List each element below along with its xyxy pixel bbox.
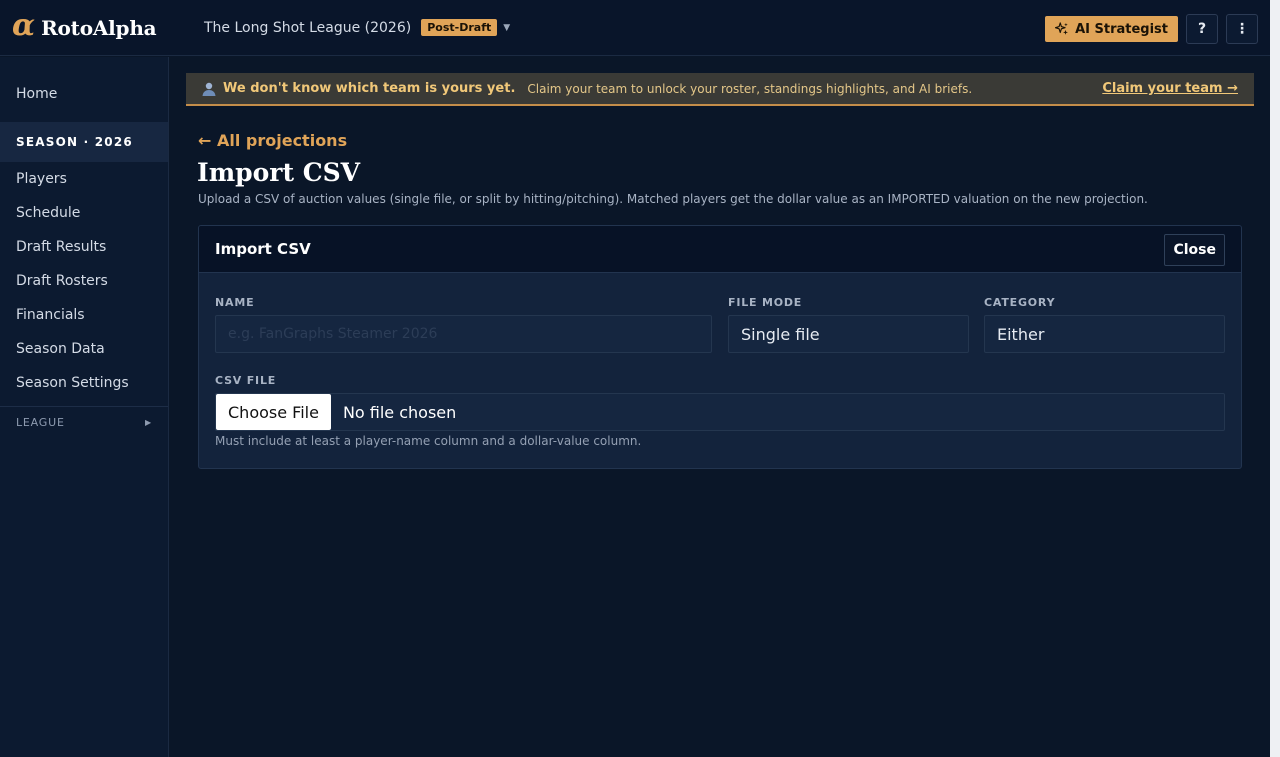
ai-strategist-label: AI Strategist xyxy=(1075,21,1168,37)
csv-file-hint: Must include at least a player-name colu… xyxy=(215,434,642,448)
league-switcher[interactable]: The Long Shot League (2026) Post-Draft ▼ xyxy=(204,19,510,36)
import-csv-panel: Import CSV Close NAME FILE MODE Single f… xyxy=(198,225,1242,469)
category-label: CATEGORY xyxy=(984,296,1056,309)
panel-title: Import CSV xyxy=(215,240,311,258)
ai-strategist-button[interactable]: AI Strategist xyxy=(1045,16,1178,42)
name-input[interactable] xyxy=(228,326,711,342)
user-icon xyxy=(202,82,216,96)
choose-file-button[interactable]: Choose File xyxy=(216,394,331,430)
top-right-actions: AI Strategist ? ⋮ xyxy=(1045,14,1258,44)
panel-header: Import CSV Close xyxy=(199,226,1241,273)
more-menu-button[interactable]: ⋮ xyxy=(1226,14,1258,44)
sidebar-item-season-settings[interactable]: Season Settings xyxy=(0,366,168,400)
sidebar-item-draft-results[interactable]: Draft Results xyxy=(0,230,168,264)
csv-file-input[interactable]: Choose File No file chosen xyxy=(215,393,1225,431)
sidebar-item-draft-rosters[interactable]: Draft Rosters xyxy=(0,264,168,298)
file-status-text: No file chosen xyxy=(342,402,457,422)
sparkle-icon xyxy=(1055,22,1069,35)
close-button[interactable]: Close xyxy=(1164,234,1225,266)
banner-message: Claim your team to unlock your roster, s… xyxy=(527,81,973,96)
sidebar-section-league[interactable]: LEAGUE ▶ xyxy=(0,406,168,438)
sidebar-item-players[interactable]: Players xyxy=(0,162,168,196)
top-bar: α RotoAlpha The Long Shot League (2026) … xyxy=(0,0,1270,56)
league-status-badge: Post-Draft xyxy=(421,19,498,36)
claim-team-banner: We don't know which team is yours yet. C… xyxy=(186,73,1254,106)
brand-name: RotoAlpha xyxy=(41,15,157,40)
chevron-right-icon: ▶ xyxy=(145,418,152,427)
brand-logo-icon: α xyxy=(12,7,36,43)
claim-team-link[interactable]: Claim your team → xyxy=(1102,81,1238,96)
chevron-down-icon: ▼ xyxy=(503,22,511,33)
name-field-wrapper xyxy=(215,315,712,353)
csv-file-label: CSV FILE xyxy=(215,374,277,387)
sidebar-item-schedule[interactable]: Schedule xyxy=(0,196,168,230)
brand[interactable]: α RotoAlpha xyxy=(0,7,190,43)
help-button[interactable]: ? xyxy=(1186,14,1218,44)
league-name: The Long Shot League (2026) xyxy=(204,19,412,36)
sidebar-league-label: LEAGUE xyxy=(16,416,65,429)
sidebar-section-season: SEASON · 2026 xyxy=(0,122,168,162)
file-mode-select[interactable]: Single file xyxy=(728,315,969,353)
file-mode-label: FILE MODE xyxy=(728,296,803,309)
sidebar: Home SEASON · 2026 Players Schedule Draf… xyxy=(0,57,169,757)
scrollbar-track[interactable] xyxy=(1270,0,1280,757)
sidebar-item-home[interactable]: Home xyxy=(0,77,168,111)
category-select[interactable]: Either xyxy=(984,315,1225,353)
sidebar-item-season-data[interactable]: Season Data xyxy=(0,332,168,366)
page-title: Import CSV xyxy=(197,158,361,187)
banner-heading: We don't know which team is yours yet. xyxy=(223,81,516,96)
page-subtitle: Upload a CSV of auction values (single f… xyxy=(198,192,1148,206)
name-label: NAME xyxy=(215,296,255,309)
sidebar-item-financials[interactable]: Financials xyxy=(0,298,168,332)
back-to-projections-link[interactable]: ← All projections xyxy=(198,131,347,150)
